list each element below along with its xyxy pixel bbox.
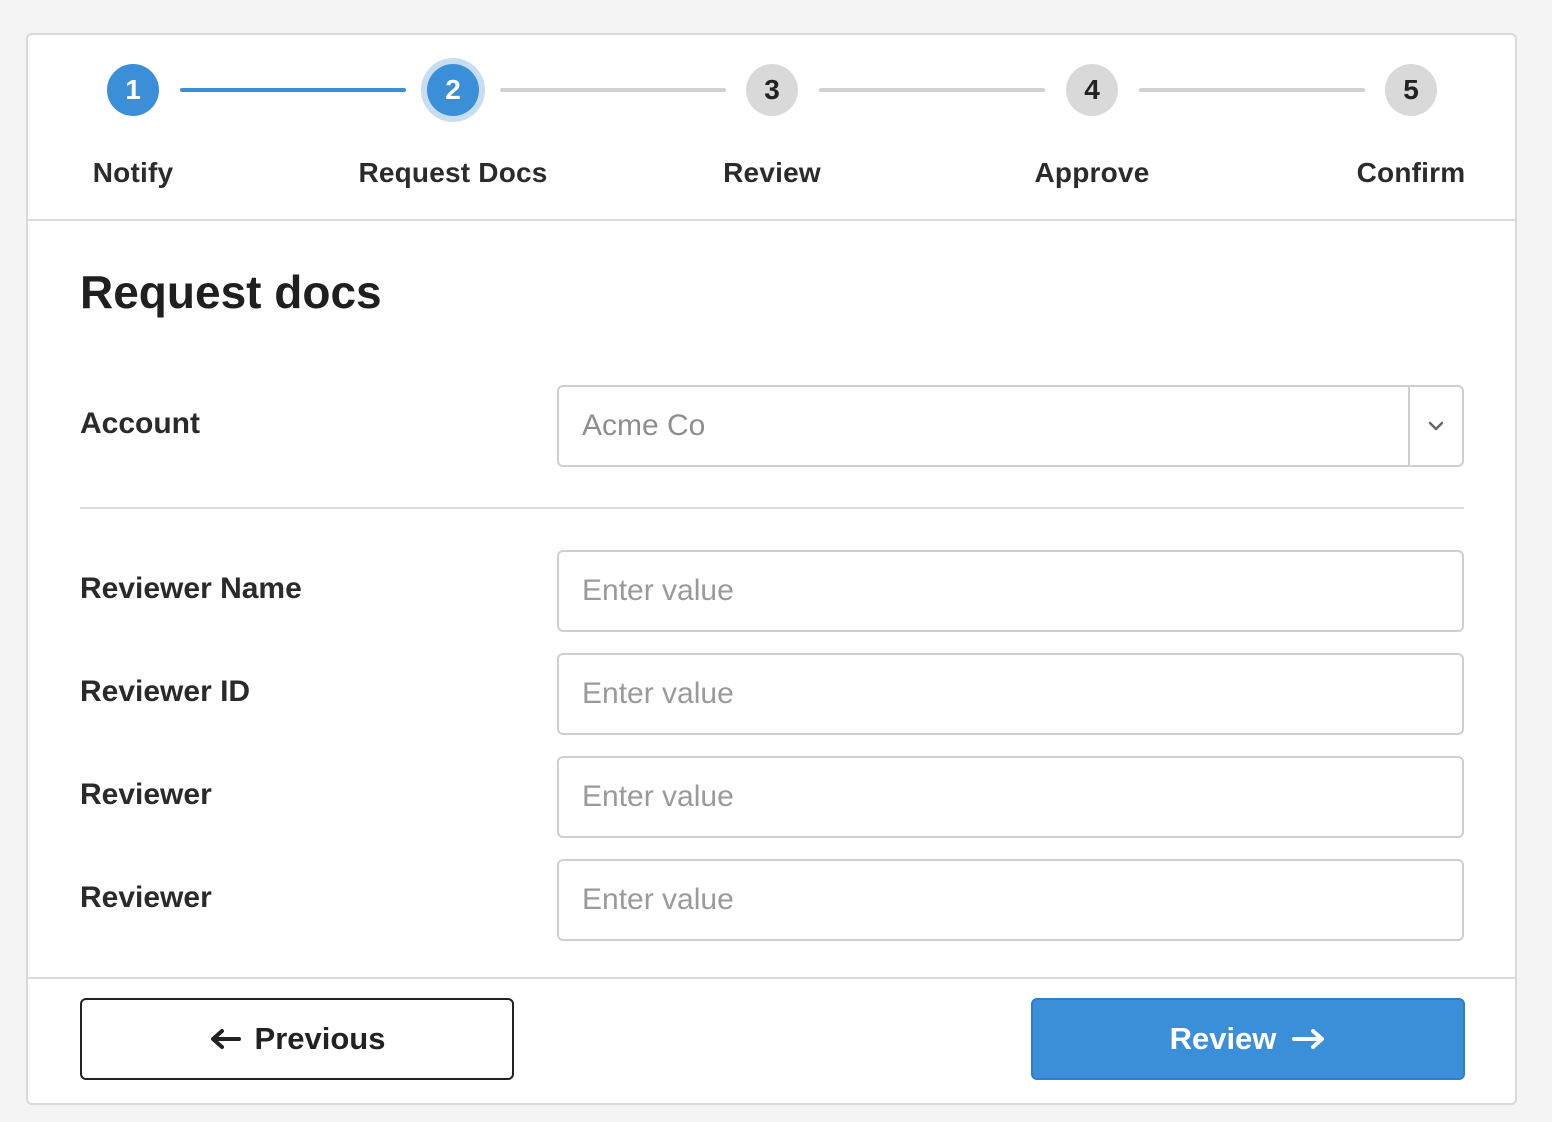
review-button[interactable]: Review bbox=[1031, 998, 1465, 1080]
reviewer-field[interactable] bbox=[557, 756, 1464, 838]
step-3-label: Review bbox=[723, 157, 821, 188]
arrow-right-icon bbox=[1292, 1028, 1326, 1050]
reviewer-name-field[interactable] bbox=[557, 550, 1464, 632]
reviewer-id-field[interactable] bbox=[557, 653, 1464, 735]
reviewer-name-input[interactable] bbox=[559, 552, 1462, 630]
step-connector-4-5 bbox=[1139, 88, 1365, 92]
reviewer-label: Reviewer bbox=[80, 778, 212, 811]
section-divider bbox=[80, 507, 1464, 509]
step-4-circle[interactable]: 4 bbox=[1066, 64, 1118, 116]
wizard-footer: Previous Review bbox=[28, 977, 1515, 1103]
reviewer-id-input[interactable] bbox=[559, 655, 1462, 733]
reviewer-name-label: Reviewer Name bbox=[80, 572, 302, 605]
step-connector-3-4 bbox=[819, 88, 1045, 92]
account-label: Account bbox=[80, 407, 200, 440]
reviewer-2-input[interactable] bbox=[559, 861, 1462, 939]
reviewer-2-label: Reviewer bbox=[80, 881, 212, 914]
reviewer-id-label: Reviewer ID bbox=[80, 675, 251, 708]
stepper: 1 2 3 4 5 Notify Request Docs Review App… bbox=[28, 35, 1515, 221]
account-select-value: Acme Co bbox=[582, 409, 706, 442]
step-2-circle[interactable]: 2 bbox=[427, 64, 479, 116]
account-select[interactable]: Acme Co bbox=[557, 385, 1464, 467]
step-3-circle[interactable]: 3 bbox=[746, 64, 798, 116]
step-connector-1-2 bbox=[180, 88, 406, 92]
step-2-label: Request Docs bbox=[358, 157, 548, 188]
previous-button[interactable]: Previous bbox=[80, 998, 514, 1080]
step-1-circle[interactable]: 1 bbox=[107, 64, 159, 116]
previous-button-label: Previous bbox=[254, 1021, 386, 1056]
step-5-label: Confirm bbox=[1356, 157, 1466, 188]
page-title: Request docs bbox=[80, 266, 382, 318]
wizard-card: 1 2 3 4 5 Notify Request Docs Review App… bbox=[26, 33, 1517, 1105]
reviewer-2-field[interactable] bbox=[557, 859, 1464, 941]
arrow-left-icon bbox=[209, 1028, 241, 1050]
reviewer-input[interactable] bbox=[559, 758, 1462, 836]
step-connector-2-3 bbox=[500, 88, 726, 92]
step-4-label: Approve bbox=[1034, 157, 1150, 188]
review-button-label: Review bbox=[1169, 1021, 1277, 1056]
step-5-circle[interactable]: 5 bbox=[1385, 64, 1437, 116]
step-1-label: Notify bbox=[92, 157, 174, 188]
chevron-down-icon[interactable] bbox=[1408, 387, 1462, 465]
